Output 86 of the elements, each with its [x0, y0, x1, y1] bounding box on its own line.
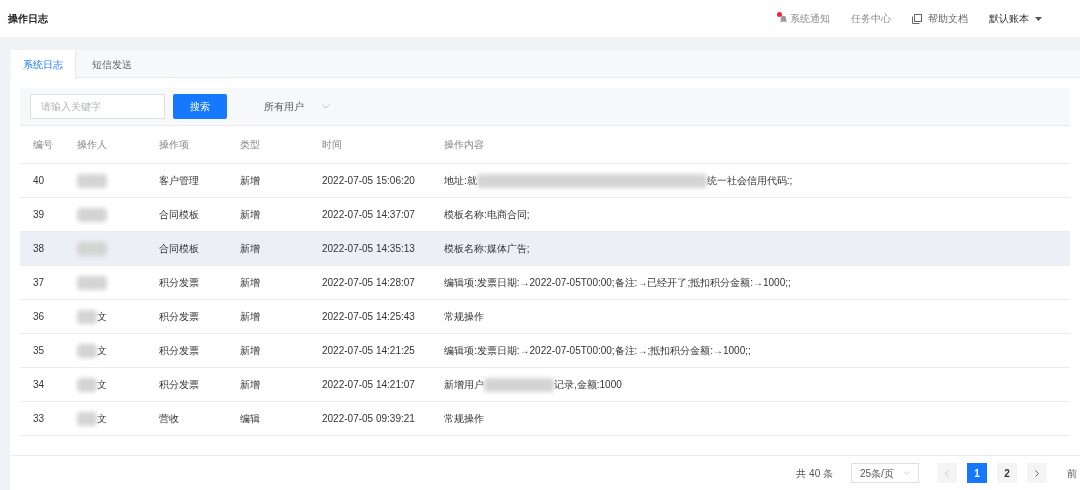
table-cell: 新增 [240, 379, 260, 390]
redacted-text [484, 377, 554, 392]
table-cell-text: 常规操作 [444, 412, 484, 426]
table-cell-text: 编辑项:发票日期:→2022-07-05T00:00;备注:→已经开了;抵扣积分金额:→1000;; [444, 276, 791, 290]
table-cell: 36 [33, 311, 45, 322]
total-count: 共 40 条 [796, 466, 833, 481]
redacted-text [77, 275, 107, 290]
table-cell: 2022-07-05 14:37:07 [322, 209, 415, 220]
account-menu[interactable]: 默认账本 [989, 11, 1042, 26]
column-header: 时间 [322, 139, 342, 150]
bell-icon [779, 13, 788, 24]
table-cell-text: 统一社会信用代码:; [706, 174, 793, 188]
page-size-select[interactable]: 25条/页 [851, 463, 919, 483]
table-cell: 35 [33, 345, 45, 356]
column-header: 操作人 [77, 139, 107, 150]
table-cell: 39 [33, 209, 45, 220]
redacted-text [77, 207, 107, 222]
table-cell: 2022-07-05 14:28:07 [322, 277, 415, 288]
tab[interactable]: 短信发送 [76, 50, 148, 78]
table-cell-text: 文 [97, 344, 107, 358]
table-cell: 40 [33, 175, 45, 186]
redacted-text [77, 377, 97, 392]
table-cell-text: 文 [97, 310, 107, 324]
table-cell: 客户管理 [159, 175, 199, 186]
next-page-button[interactable] [1027, 463, 1047, 483]
notification-link[interactable]: 系统通知 [779, 11, 830, 26]
table-cell: 新增 [240, 345, 260, 356]
table-cell: 新增 [240, 175, 260, 186]
table-cell: 营收 [159, 413, 179, 424]
table-cell: 编辑 [240, 413, 260, 424]
caret-icon [1035, 16, 1042, 21]
task-center-link[interactable]: 任务中心 [851, 11, 891, 26]
redacted-text [77, 411, 97, 426]
table-cell: 2022-07-05 14:35:13 [322, 243, 415, 254]
table-cell-text: 文 [97, 378, 107, 392]
redacted-text [77, 309, 97, 324]
table-cell: 2022-07-05 15:06:20 [322, 175, 415, 186]
table-cell: 积分发票 [159, 277, 199, 288]
table-cell-text: 编辑项:发票日期:→2022-07-05T00:00;备注:→;抵扣积分金额:→1000;; [444, 344, 751, 358]
table-cell: 33 [33, 413, 45, 424]
page-button[interactable]: 1 [967, 463, 987, 483]
table-cell: 37 [33, 277, 45, 288]
tab[interactable]: 系统日志 [11, 50, 76, 79]
chevron-left-icon [945, 469, 949, 477]
table-cell: 2022-07-05 14:25:43 [322, 311, 415, 322]
table-cell: 新增 [240, 311, 260, 322]
previous-page-button[interactable] [937, 463, 957, 483]
table-cell: 2022-07-05 09:39:21 [322, 413, 415, 424]
table-cell: 38 [33, 243, 45, 254]
search-button[interactable]: 搜索 [173, 94, 227, 119]
redacted-text [77, 343, 97, 358]
table-cell-text: 地址:就 [444, 174, 477, 188]
column-header: 类型 [240, 139, 260, 150]
jump-label: 前 [1067, 466, 1077, 481]
table-cell-text: 记录,金额:1000 [554, 378, 622, 392]
table-cell: 2022-07-05 14:21:07 [322, 379, 415, 390]
table-cell-text: 模板名称:电商合同; [444, 208, 530, 222]
table-cell: 积分发票 [159, 379, 199, 390]
table-cell-text: 模板名称:媒体广告; [444, 242, 530, 256]
table-cell: 积分发票 [159, 345, 199, 356]
table-cell-text: 文 [97, 412, 107, 426]
keyword-field[interactable]: 请输入关键字 [30, 94, 165, 119]
chevron-down-icon [322, 104, 330, 109]
table-row[interactable]: 38 合同模板 新增 2022-07-05 14:35:13 模板名称:媒体广告; [20, 232, 1070, 266]
table-cell: 34 [33, 379, 45, 390]
table-cell: 新增 [240, 243, 260, 254]
column-header: 操作项 [159, 139, 189, 150]
page-button[interactable]: 2 [997, 463, 1017, 483]
document-icon [912, 13, 922, 24]
help-link[interactable]: 帮助文档 [912, 11, 968, 26]
page-title: 操作日志 [8, 12, 48, 26]
user-select[interactable]: 所有用户 [264, 99, 330, 114]
table-cell: 2022-07-05 14:21:25 [322, 345, 415, 356]
chevron-down-icon [903, 471, 910, 475]
table-cell: 合同模板 [159, 209, 199, 220]
table-cell: 合同模板 [159, 243, 199, 254]
table-cell-text: 常规操作 [444, 310, 484, 324]
column-header: 编号 [33, 139, 53, 150]
table-cell: 积分发票 [159, 311, 199, 322]
redacted-text [77, 241, 107, 256]
table-cell: 新增 [240, 277, 260, 288]
column-header: 操作内容 [444, 139, 484, 150]
chevron-right-icon [1035, 469, 1039, 477]
table-cell-text: 新增用户 [444, 378, 484, 392]
table-cell: 新增 [240, 209, 260, 220]
redacted-text [77, 173, 107, 188]
